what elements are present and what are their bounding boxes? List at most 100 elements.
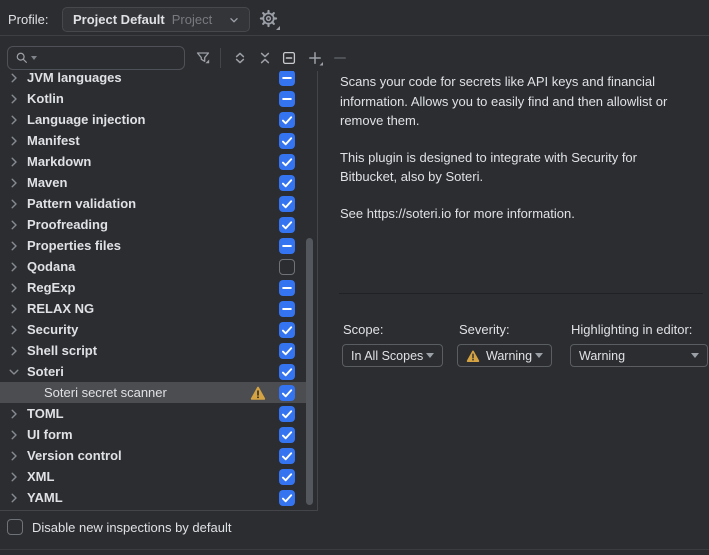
- search-field[interactable]: [7, 46, 185, 70]
- description-paragraph: This plugin is designed to integrate wit…: [340, 148, 692, 187]
- check-icon: [279, 196, 295, 212]
- inspection-checkbox[interactable]: [279, 385, 295, 401]
- disable-new-inspections-label: Disable new inspections by default: [32, 520, 231, 535]
- inspection-checkbox[interactable]: [279, 175, 295, 191]
- inspection-checkbox[interactable]: [279, 71, 295, 86]
- inspection-checkbox[interactable]: [279, 301, 295, 317]
- severity-select[interactable]: Warning: [457, 344, 552, 367]
- tree-row[interactable]: Shell script: [0, 340, 306, 361]
- chevron-right-icon[interactable]: [6, 112, 22, 128]
- chevron-right-icon[interactable]: [6, 427, 22, 443]
- tree-row[interactable]: UI form: [0, 424, 306, 445]
- scrollbar-thumb[interactable]: [306, 238, 313, 505]
- inspection-checkbox[interactable]: [279, 364, 295, 380]
- expand-all-icon[interactable]: [232, 50, 248, 66]
- tree-row[interactable]: Proofreading: [0, 214, 306, 235]
- tree-row-label: YAML: [27, 490, 63, 505]
- tree-row[interactable]: TOML: [0, 403, 306, 424]
- chevron-right-icon[interactable]: [6, 154, 22, 170]
- disable-new-inspections-checkbox[interactable]: [7, 519, 23, 535]
- tree-row[interactable]: RELAX NG: [0, 298, 306, 319]
- indeterminate-icon: [279, 91, 295, 107]
- inspections-tree[interactable]: JVM languages Kotlin: [0, 71, 318, 511]
- tree-row[interactable]: Pattern validation: [0, 193, 306, 214]
- tree-row-label: Manifest: [27, 133, 80, 148]
- check-icon: [279, 217, 295, 233]
- chevron-right-icon[interactable]: [6, 322, 22, 338]
- inspection-checkbox[interactable]: [279, 259, 295, 275]
- inspection-checkbox[interactable]: [279, 238, 295, 254]
- tree-row-label: RELAX NG: [27, 301, 94, 316]
- tree-row[interactable]: Language injection: [0, 109, 306, 130]
- inspection-checkbox[interactable]: [279, 154, 295, 170]
- plugin-description: Scans your code for secrets like API key…: [340, 72, 692, 223]
- check-icon: [279, 175, 295, 191]
- tree-row[interactable]: Kotlin: [0, 88, 306, 109]
- search-options-arrow-icon[interactable]: [31, 56, 37, 60]
- chevron-right-icon[interactable]: [6, 71, 22, 86]
- tree-rows: JVM languages Kotlin: [0, 71, 317, 508]
- tree-row[interactable]: Maven: [0, 172, 306, 193]
- inspection-checkbox[interactable]: [279, 112, 295, 128]
- inspections-settings-panel: Profile: Project Default Project: [0, 0, 709, 555]
- tree-row-label: Soteri: [27, 364, 64, 379]
- chevron-right-icon[interactable]: [6, 133, 22, 149]
- tree-row[interactable]: Manifest: [0, 130, 306, 151]
- inspection-checkbox[interactable]: [279, 217, 295, 233]
- remove-icon: [332, 50, 348, 66]
- chevron-right-icon[interactable]: [6, 490, 22, 506]
- tree-row[interactable]: RegExp: [0, 277, 306, 298]
- inspection-checkbox[interactable]: [279, 280, 295, 296]
- inspection-checkbox[interactable]: [279, 448, 295, 464]
- tree-row[interactable]: Properties files: [0, 235, 306, 256]
- inspection-checkbox[interactable]: [279, 406, 295, 422]
- dropdown-arrow-icon: [535, 353, 543, 358]
- inspection-checkbox[interactable]: [279, 196, 295, 212]
- warning-icon: [466, 349, 480, 363]
- collapse-all-icon[interactable]: [257, 50, 273, 66]
- tree-row[interactable]: Version control: [0, 445, 306, 466]
- chevron-right-icon[interactable]: [6, 343, 22, 359]
- inspection-checkbox[interactable]: [279, 343, 295, 359]
- scope-select[interactable]: In All Scopes: [342, 344, 443, 367]
- profile-settings-button[interactable]: [259, 9, 281, 31]
- tree-row-label: Security: [27, 322, 78, 337]
- inspection-checkbox[interactable]: [279, 322, 295, 338]
- profile-select[interactable]: Project Default Project: [62, 7, 250, 32]
- add-icon[interactable]: [307, 50, 323, 66]
- chevron-right-icon[interactable]: [6, 196, 22, 212]
- tree-row[interactable]: Markdown: [0, 151, 306, 172]
- chevron-right-icon[interactable]: [6, 406, 22, 422]
- search-input[interactable]: [42, 51, 172, 66]
- tree-row[interactable]: XML: [0, 466, 306, 487]
- tree-row[interactable]: Qodana: [0, 256, 306, 277]
- chevron-right-icon[interactable]: [6, 175, 22, 191]
- indeterminate-icon: [279, 71, 295, 86]
- chevron-right-icon[interactable]: [6, 280, 22, 296]
- chevron-right-icon[interactable]: [6, 448, 22, 464]
- tree-row[interactable]: YAML: [0, 487, 306, 508]
- chevron-right-icon[interactable]: [6, 91, 22, 107]
- filter-icon[interactable]: [195, 50, 211, 66]
- chevron-right-icon[interactable]: [6, 217, 22, 233]
- inspection-checkbox[interactable]: [279, 427, 295, 443]
- inspection-checkbox[interactable]: [279, 133, 295, 149]
- chevron-right-icon[interactable]: [6, 469, 22, 485]
- check-icon: [279, 322, 295, 338]
- inspection-checkbox[interactable]: [279, 469, 295, 485]
- chevron-right-icon[interactable]: [6, 301, 22, 317]
- chevron-right-icon[interactable]: [6, 238, 22, 254]
- indeterminate-icon: [279, 280, 295, 296]
- chevron-right-icon[interactable]: [6, 259, 22, 275]
- disable-selected-icon[interactable]: [281, 50, 297, 66]
- tree-row[interactable]: Soteri: [0, 361, 306, 382]
- highlighting-label: Highlighting in editor:: [571, 322, 692, 337]
- tree-row[interactable]: Security: [0, 319, 306, 340]
- inspection-checkbox[interactable]: [279, 91, 295, 107]
- inspection-checkbox[interactable]: [279, 490, 295, 506]
- tree-row[interactable]: JVM languages: [0, 71, 306, 88]
- top-separator: [0, 35, 709, 36]
- chevron-down-icon[interactable]: [6, 364, 22, 380]
- tree-row[interactable]: Soteri secret scanner: [0, 382, 306, 403]
- highlighting-select[interactable]: Warning: [570, 344, 708, 367]
